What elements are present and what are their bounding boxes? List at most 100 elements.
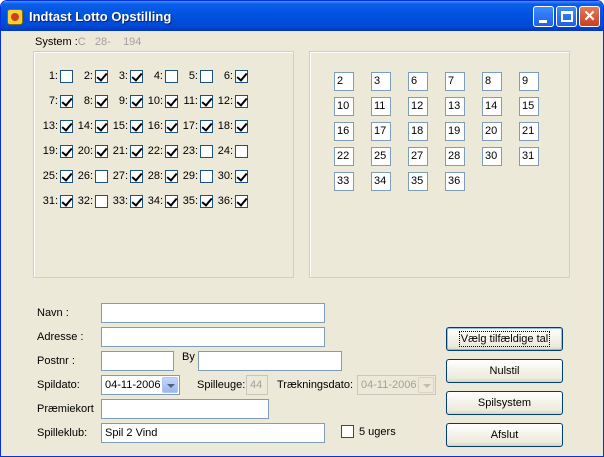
number-label: 2: — [83, 70, 93, 82]
selected-number-box: 14 — [482, 97, 502, 116]
selected-number-box: 7 — [445, 72, 465, 91]
number-label: 13: — [42, 120, 58, 132]
number-label: 16: — [147, 120, 163, 132]
selected-number-box: 12 — [408, 97, 428, 116]
postnr-label: Postnr : — [37, 355, 75, 367]
postnr-input[interactable] — [101, 351, 174, 371]
number-label: 34: — [147, 195, 163, 207]
spilleklub-label: Spilleklub: — [37, 427, 88, 439]
game-system-button[interactable]: Spilsystem — [446, 391, 563, 415]
number-label: 26: — [77, 170, 93, 182]
selected-number-box: 25 — [371, 147, 391, 166]
number-label: 17: — [182, 120, 198, 132]
close-icon: ✕ — [583, 8, 596, 25]
number-label: 27: — [112, 170, 128, 182]
system-info: System :C 28- 194 — [35, 36, 141, 48]
window-title: Indtast Lotto Opstilling — [29, 9, 172, 24]
number-label: 12: — [217, 95, 233, 107]
reset-button[interactable]: Nulstil — [446, 359, 563, 383]
title-bar[interactable]: Indtast Lotto Opstilling ✕ — [1, 1, 603, 31]
number-label: 35: — [182, 195, 198, 207]
number-label: 36: — [217, 195, 233, 207]
number-label: 6: — [223, 70, 233, 82]
number-label: 7: — [48, 95, 58, 107]
selected-number-box: 16 — [334, 122, 354, 141]
spildato-label: Spildato: — [37, 379, 80, 391]
adresse-input[interactable] — [101, 327, 325, 347]
close-button[interactable]: ✕ — [579, 6, 600, 27]
random-numbers-label: Vælg tilfældige tal — [458, 331, 551, 347]
selected-number-box: 34 — [371, 172, 391, 191]
number-checkbox[interactable] — [235, 95, 248, 108]
number-label: 15: — [112, 120, 128, 132]
navn-label: Navn : — [37, 307, 69, 319]
number-checkbox[interactable] — [235, 145, 248, 158]
number-label: 3: — [118, 70, 128, 82]
chevron-down-icon — [418, 377, 434, 393]
selected-number-box: 31 — [519, 147, 539, 166]
ugers-checkbox[interactable] — [341, 425, 354, 438]
selected-number-box: 17 — [371, 122, 391, 141]
spilleuge-input: 44 — [246, 375, 268, 395]
system-rows: 194 — [123, 36, 142, 48]
selected-number-box: 3 — [371, 72, 391, 91]
number-checkbox[interactable] — [235, 170, 248, 183]
chevron-down-icon[interactable] — [162, 377, 178, 393]
number-label: 30: — [217, 170, 233, 182]
system-label: System : — [35, 36, 78, 48]
selected-number-box: 19 — [445, 122, 465, 141]
lotto-window: Indtast Lotto Opstilling ✕ System :C 28-… — [0, 0, 604, 457]
spildato-value: 04-11-2006 — [105, 379, 161, 391]
maximize-icon — [561, 11, 573, 22]
number-label: 1: — [48, 70, 58, 82]
number-checkbox[interactable] — [235, 70, 248, 83]
selected-number-box: 9 — [519, 72, 539, 91]
spilleuge-label: Spilleuge: — [197, 379, 246, 391]
number-label: 23: — [182, 145, 198, 157]
spilleklub-input[interactable]: Spil 2 Vind — [101, 423, 325, 443]
traekningsdato-dropdown: 04-11-2006 — [357, 375, 436, 395]
number-label: 32: — [77, 195, 93, 207]
number-label: 21: — [112, 145, 128, 157]
spildato-dropdown[interactable]: 04-11-2006 — [101, 375, 180, 395]
number-label: 19: — [42, 145, 58, 157]
selected-number-box: 22 — [334, 147, 354, 166]
traekningsdato-label: Trækningsdato: — [277, 379, 354, 391]
number-label: 22: — [147, 145, 163, 157]
number-label: 20: — [77, 145, 93, 157]
random-numbers-button[interactable]: Vælg tilfældige tal — [446, 327, 563, 351]
number-label: 24: — [217, 145, 233, 157]
selected-number-box: 6 — [408, 72, 428, 91]
by-input[interactable] — [198, 351, 342, 371]
praemiekort-input[interactable] — [101, 399, 269, 419]
number-label: 11: — [183, 95, 198, 107]
number-label: 31: — [42, 195, 58, 207]
reset-label: Nulstil — [489, 365, 520, 377]
selected-number-box: 21 — [519, 122, 539, 141]
number-checkbox[interactable] — [235, 120, 248, 133]
traekningsdato-value: 04-11-2006 — [361, 379, 417, 391]
navn-input[interactable] — [101, 303, 325, 323]
selected-number-box: 8 — [482, 72, 502, 91]
selected-number-box: 18 — [408, 122, 428, 141]
number-label: 33: — [112, 195, 128, 207]
selected-number-box: 28 — [445, 147, 465, 166]
exit-button[interactable]: Afslut — [446, 423, 563, 447]
selected-number-box: 10 — [334, 97, 354, 116]
number-label: 8: — [83, 95, 93, 107]
selected-number-box: 2 — [334, 72, 354, 91]
minimize-button[interactable] — [533, 6, 554, 27]
number-checkbox[interactable] — [235, 195, 248, 208]
maximize-button[interactable] — [556, 6, 577, 27]
lotto-app-icon — [7, 9, 23, 25]
number-label: 14: — [77, 120, 93, 132]
selected-number-box: 35 — [408, 172, 428, 191]
number-label: 18: — [217, 120, 233, 132]
number-label: 25: — [42, 170, 58, 182]
number-label: 9: — [118, 95, 128, 107]
adresse-label: Adresse : — [37, 331, 84, 343]
ugers-label: 5 ugers — [359, 426, 396, 438]
system-size: 28- — [94, 36, 111, 48]
by-label: By — [182, 351, 195, 363]
number-label: 5: — [188, 70, 198, 82]
